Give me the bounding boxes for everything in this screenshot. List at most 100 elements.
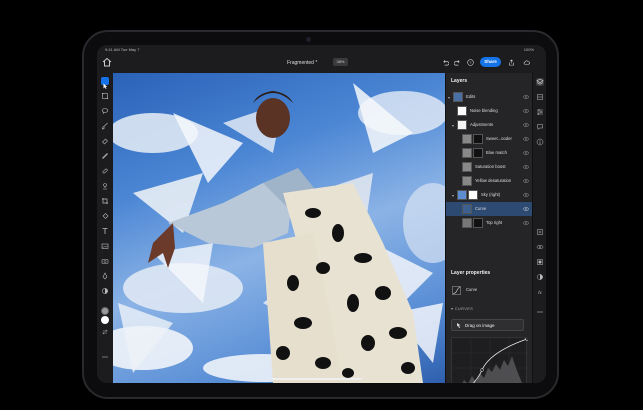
target-adjust-icon [457,323,461,328]
arrow-icon [103,83,108,89]
layer-thumbnail [462,176,472,186]
layer-thumbnail [462,148,472,158]
layers-panel-title: Layers [451,78,468,84]
layer-name: Saturation boost [475,164,506,169]
right-task-bar: fx [532,73,546,383]
layer-row[interactable]: ▾ Edits [446,90,533,104]
info-icon[interactable] [536,138,544,146]
mask-icon[interactable] [536,258,544,266]
zoom-level[interactable]: 38% [333,58,348,66]
brush-icon[interactable] [101,122,109,130]
svg-text:?: ? [469,60,472,65]
eye-icon[interactable] [523,220,529,226]
fx-icon[interactable]: fx [536,288,544,296]
home-icon[interactable] [102,57,112,67]
layer-mask-thumbnail [473,218,483,228]
layer-row[interactable]: Noise blending [446,104,533,118]
layer-row[interactable]: Blue match [446,146,533,160]
layer-thumbnail [457,120,467,130]
layer-row[interactable]: Yellow desaturation [446,174,533,188]
layer-name: Noise blending [470,108,498,113]
layer-thumbnail [462,162,472,172]
fragmented-artwork [113,83,445,383]
properties-layer: Curve [450,284,530,298]
layer-name: Blue match [486,150,507,155]
layers-panel: Layers ▾ Edits Noise blending ▾ Adjustme… [445,73,533,383]
redo-icon[interactable] [454,59,461,66]
type-icon[interactable] [101,227,109,235]
curves-graph[interactable] [451,337,529,383]
cloud-icon[interactable] [523,59,530,66]
layer-row[interactable]: ▾ Adjustments [446,118,533,132]
sliders-icon[interactable] [536,108,544,116]
document-title[interactable]: Fragmented * [287,60,317,66]
layer-row[interactable]: Saturation boost [446,160,533,174]
curves-plot [452,337,529,383]
move-tool[interactable] [101,77,109,89]
background-color-swatch[interactable] [101,316,109,324]
layer-mask-thumbnail [473,148,483,158]
front-camera [306,37,311,42]
eye-icon[interactable] [523,164,529,170]
drag-on-image-button[interactable]: Drag on image [451,319,524,331]
visibility-icon[interactable] [536,243,544,251]
home-indicator[interactable] [272,378,362,380]
foreground-color-swatch[interactable] [101,307,109,315]
layer-thumbnail [462,134,472,144]
export-icon[interactable] [508,59,515,66]
eye-icon[interactable] [523,206,529,212]
camera-icon[interactable] [101,257,109,265]
layer-mask-thumbnail [473,134,483,144]
lasso-icon[interactable] [101,107,109,115]
chevron-down-icon[interactable]: ▾ [448,95,450,100]
layer-name: Sweet...ooder [486,136,512,141]
layer-stack-icon[interactable] [536,93,544,101]
heal-icon[interactable] [101,167,109,175]
eye-icon[interactable] [523,136,529,142]
image-icon[interactable] [101,242,109,250]
eye-icon[interactable] [523,178,529,184]
eyedropper-icon[interactable] [101,152,109,160]
layer-properties-title: Layer properties [451,270,491,276]
layer-row[interactable]: Sweet...ooder [446,132,533,146]
eye-icon[interactable] [523,122,529,128]
clone-icon[interactable] [101,182,109,190]
image-canvas[interactable] [113,73,445,383]
layer-name: Curve [475,206,487,211]
layer-row[interactable]: ▾ Sky (right) [446,188,533,202]
layer-row-selected[interactable]: Curve [446,202,533,216]
undo-icon[interactable] [442,59,449,66]
pen-icon[interactable] [101,272,109,280]
properties-layer-name: Curve [466,287,478,292]
crop-icon[interactable] [101,197,109,205]
top-bar: Fragmented * 38% ? Share [97,53,546,73]
eye-icon[interactable] [523,94,529,100]
svg-text:fx: fx [538,290,542,295]
app-screen: 9:41 AM Tue May 7 100% Fragmented * 38% … [97,45,546,383]
layer-row[interactable]: Top right [446,216,533,230]
curves-section-label[interactable]: ▾ CURVES [451,306,473,311]
chevron-down-icon[interactable]: ▾ [452,193,454,198]
fill-icon[interactable] [101,212,109,220]
layer-thumbnail [462,218,472,228]
transform-icon[interactable] [101,92,109,100]
comment-icon[interactable] [536,123,544,131]
drag-on-image-label: Drag on image [465,323,495,328]
help-icon[interactable]: ? [467,59,474,66]
eye-icon[interactable] [523,108,529,114]
layers-icon[interactable] [536,78,544,86]
eye-icon[interactable] [523,192,529,198]
tool-bar [97,73,113,383]
adjust-icon[interactable] [101,287,109,295]
more-options-icon[interactable] [536,308,544,316]
more-tools-icon[interactable] [101,353,109,361]
adjustment-layer-icon[interactable] [536,273,544,281]
status-bar: 9:41 AM Tue May 7 100% [97,45,546,53]
add-layer-icon[interactable] [536,228,544,236]
swap-colors-icon[interactable] [101,328,109,336]
chevron-down-icon[interactable]: ▾ [452,123,454,128]
share-button[interactable]: Share [480,57,501,67]
eraser-icon[interactable] [101,137,109,145]
layer-name: Adjustments [470,122,494,127]
eye-icon[interactable] [523,150,529,156]
